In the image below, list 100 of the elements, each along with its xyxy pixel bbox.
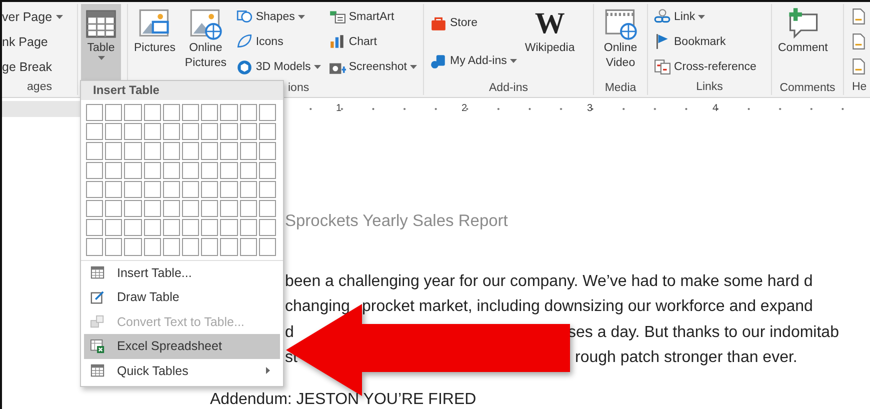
table-grid-cell[interactable] bbox=[162, 162, 180, 179]
table-grid-cell[interactable] bbox=[201, 200, 218, 218]
menu-item[interactable]: Excel Spreadsheet bbox=[84, 334, 280, 358]
ribbon-button[interactable]: Comment bbox=[775, 4, 831, 80]
ribbon-button[interactable]: Chart bbox=[328, 32, 418, 52]
menu-item[interactable]: Insert Table... bbox=[84, 260, 280, 285]
table-grid-cell[interactable] bbox=[220, 238, 238, 256]
table-grid-cell[interactable] bbox=[86, 123, 104, 140]
table-grid-cell[interactable] bbox=[182, 200, 200, 218]
table-grid-cell[interactable] bbox=[220, 142, 238, 160]
table-grid-cell[interactable] bbox=[105, 123, 122, 140]
table-grid-cell[interactable] bbox=[86, 180, 104, 198]
table-grid-cell[interactable] bbox=[220, 162, 238, 179]
table-grid-cell[interactable] bbox=[220, 200, 238, 218]
table-grid-cell[interactable] bbox=[240, 238, 257, 256]
table-grid-cell[interactable] bbox=[220, 219, 238, 236]
table-grid-cell[interactable] bbox=[162, 123, 180, 140]
ribbon-button[interactable]: SmartArt bbox=[328, 7, 418, 26]
table-grid-cell[interactable] bbox=[240, 200, 257, 218]
table-grid-cell[interactable] bbox=[124, 104, 142, 122]
table-grid-cell[interactable] bbox=[182, 180, 200, 198]
table-grid-cell[interactable] bbox=[162, 238, 180, 256]
table-grid-cell[interactable] bbox=[105, 104, 122, 122]
wikipedia-button[interactable]: W Wikipedia bbox=[522, 4, 578, 80]
table-grid-cell[interactable] bbox=[182, 142, 200, 160]
table-grid-cell[interactable] bbox=[124, 238, 142, 256]
table-grid-cell[interactable] bbox=[105, 180, 122, 198]
ribbon-button[interactable]: Pictures bbox=[131, 4, 179, 80]
table-grid-cell[interactable] bbox=[162, 142, 180, 160]
table-grid-cell[interactable] bbox=[240, 219, 257, 236]
table-grid-cell[interactable] bbox=[105, 162, 122, 179]
table-grid-cell[interactable] bbox=[86, 142, 104, 160]
table-grid-cell[interactable] bbox=[240, 104, 257, 122]
table-grid-cell[interactable] bbox=[258, 162, 276, 179]
table-grid-cell[interactable] bbox=[144, 142, 161, 160]
table-grid-cell[interactable] bbox=[182, 104, 200, 122]
ribbon-button[interactable]: My Add-ins bbox=[429, 52, 518, 70]
table-grid-cell[interactable] bbox=[182, 219, 200, 236]
menu-item[interactable]: Draw Table bbox=[84, 285, 280, 310]
table-grid-cell[interactable] bbox=[144, 200, 161, 218]
table-grid-cell[interactable] bbox=[258, 104, 276, 122]
menu-item[interactable]: Quick Tables bbox=[84, 358, 280, 383]
table-grid-cell[interactable] bbox=[105, 142, 122, 160]
table-grid-cell[interactable] bbox=[258, 238, 276, 256]
table-grid-cell[interactable] bbox=[182, 162, 200, 179]
ribbon-button[interactable]: ge Break bbox=[2, 58, 64, 74]
ribbon-button[interactable]: Icons bbox=[234, 32, 322, 52]
table-grid-cell[interactable] bbox=[144, 180, 161, 198]
table-grid-cell[interactable] bbox=[182, 238, 200, 256]
table-grid-cell[interactable] bbox=[105, 200, 122, 218]
table-grid-cell[interactable] bbox=[201, 162, 218, 179]
ribbon-button[interactable]: Table bbox=[81, 4, 121, 80]
table-grid-cell[interactable] bbox=[105, 219, 122, 236]
table-grid-cell[interactable] bbox=[86, 104, 104, 122]
table-grid-cell[interactable] bbox=[220, 123, 238, 140]
table-grid-cell[interactable] bbox=[258, 142, 276, 160]
table-grid-cell[interactable] bbox=[258, 200, 276, 218]
table-grid-cell[interactable] bbox=[201, 123, 218, 140]
ribbon-button[interactable]: Online Pictures bbox=[180, 4, 231, 80]
table-grid-cell[interactable] bbox=[124, 123, 142, 140]
table-grid-cell[interactable] bbox=[240, 162, 257, 179]
ribbon-button[interactable]: Shapes bbox=[234, 7, 322, 26]
table-grid-cell[interactable] bbox=[144, 123, 161, 140]
table-grid-cell[interactable] bbox=[258, 180, 276, 198]
table-grid-cell[interactable] bbox=[162, 104, 180, 122]
table-grid-cell[interactable] bbox=[201, 142, 218, 160]
ribbon-button[interactable]: Store bbox=[429, 14, 518, 32]
table-grid-cell[interactable] bbox=[258, 123, 276, 140]
table-grid-cell[interactable] bbox=[124, 180, 142, 198]
table-grid-cell[interactable] bbox=[201, 219, 218, 236]
table-grid-cell[interactable] bbox=[144, 162, 161, 179]
table-grid-cell[interactable] bbox=[144, 219, 161, 236]
table-grid-cell[interactable] bbox=[220, 180, 238, 198]
table-grid-cell[interactable] bbox=[162, 180, 180, 198]
table-grid-cell[interactable] bbox=[240, 123, 257, 140]
ribbon-button[interactable]: Cross-reference bbox=[653, 57, 758, 76]
table-grid-cell[interactable] bbox=[240, 180, 257, 198]
table-grid-cell[interactable] bbox=[124, 200, 142, 218]
table-grid-cell[interactable] bbox=[86, 238, 104, 256]
table-grid-cell[interactable] bbox=[182, 123, 200, 140]
ribbon-button[interactable]: Bookmark bbox=[653, 32, 758, 51]
table-grid-cell[interactable] bbox=[240, 142, 257, 160]
table-grid-cell[interactable] bbox=[144, 104, 161, 122]
ribbon-button[interactable]: ver Page bbox=[2, 8, 64, 24]
table-grid-cell[interactable] bbox=[144, 238, 161, 256]
table-grid-cell[interactable] bbox=[105, 238, 122, 256]
table-grid-cell[interactable] bbox=[86, 162, 104, 179]
ribbon-button[interactable]: Screenshot bbox=[328, 58, 418, 77]
table-grid-cell[interactable] bbox=[201, 238, 218, 256]
table-grid-cell[interactable] bbox=[162, 200, 180, 218]
table-grid-cell[interactable] bbox=[220, 104, 238, 122]
table-grid-cell[interactable] bbox=[258, 219, 276, 236]
ribbon-button[interactable]: Online Video bbox=[597, 4, 644, 80]
table-grid-cell[interactable] bbox=[201, 180, 218, 198]
table-grid-cell[interactable] bbox=[124, 162, 142, 179]
table-grid-cell[interactable] bbox=[124, 142, 142, 160]
ribbon-button[interactable]: nk Page bbox=[2, 34, 64, 50]
table-grid-cell[interactable] bbox=[124, 219, 142, 236]
table-grid-cell[interactable] bbox=[86, 219, 104, 236]
table-grid-cell[interactable] bbox=[86, 200, 104, 218]
